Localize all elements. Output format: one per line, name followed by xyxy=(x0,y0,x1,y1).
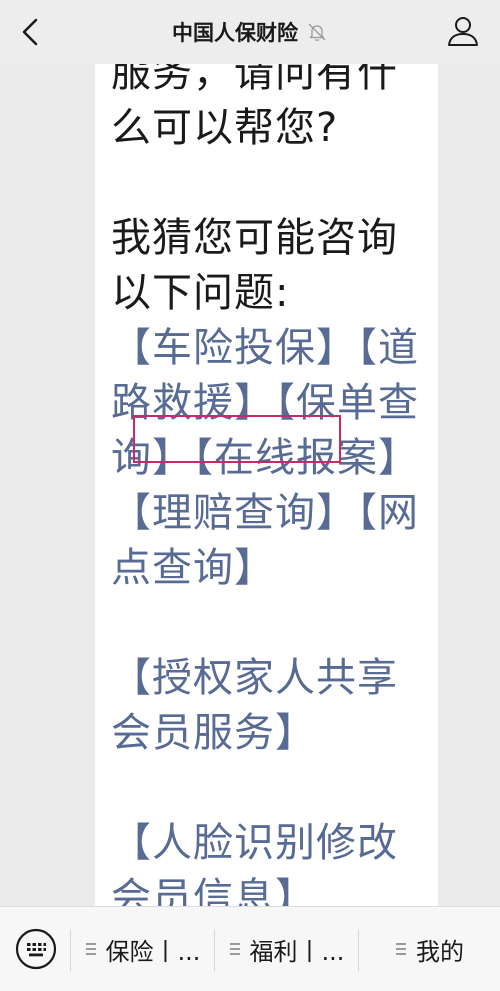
menu-tab-mine[interactable]: 我的 xyxy=(360,923,500,975)
link-car-insurance[interactable]: 【车险投保】 xyxy=(111,325,357,371)
menu-tab-label: 福利丨... xyxy=(249,937,345,966)
keyboard-toggle-button[interactable] xyxy=(14,927,58,971)
page-title: 中国人保财险 xyxy=(172,21,298,45)
title-area: 中国人保财险 xyxy=(0,0,500,64)
menu-lines-icon xyxy=(396,943,406,955)
chat-header: 中国人保财险 xyxy=(0,0,500,64)
menu-tab-insurance[interactable]: 保险丨... xyxy=(72,923,214,975)
greeting-text: 服务，请问有什么可以帮您? xyxy=(111,64,398,151)
mute-bell-icon xyxy=(308,23,326,41)
menu-tab-benefits[interactable]: 福利丨... xyxy=(216,923,358,975)
bottom-menu-bar: 保险丨... 福利丨... 我的 xyxy=(0,906,500,991)
divider xyxy=(70,929,71,971)
link-family-member-service[interactable]: 【授权家人共享会员服务】 xyxy=(111,655,398,756)
keyboard-icon xyxy=(15,928,57,970)
message-text: 服务，请问有什么可以帮您? 我猜您可能咨询以下问题: 【车险投保】【道路救援】【… xyxy=(111,64,433,906)
link-online-report[interactable]: 【在线报案】 xyxy=(193,435,419,481)
divider xyxy=(214,929,215,971)
menu-tab-label: 我的 xyxy=(416,937,464,966)
person-icon xyxy=(448,17,478,46)
guess-prompt-text: 我猜您可能咨询以下问题: xyxy=(111,215,398,316)
quick-links: 【车险投保】【道路救援】【保单查询】【在线报案】【理赔查询】【网点查询】 xyxy=(111,321,433,596)
profile-button[interactable] xyxy=(444,12,482,50)
link-face-recognition[interactable]: 【人脸识别修改会员信息】 xyxy=(111,820,398,906)
menu-lines-icon xyxy=(229,943,240,955)
menu-tab-label: 保险丨... xyxy=(105,937,201,966)
link-claim-query[interactable]: 【理赔查询】 xyxy=(111,490,357,536)
chat-message-bubble: 服务，请问有什么可以帮您? 我猜您可能咨询以下问题: 【车险投保】【道路救援】【… xyxy=(95,64,438,906)
divider xyxy=(358,929,359,971)
menu-lines-icon xyxy=(85,943,96,955)
